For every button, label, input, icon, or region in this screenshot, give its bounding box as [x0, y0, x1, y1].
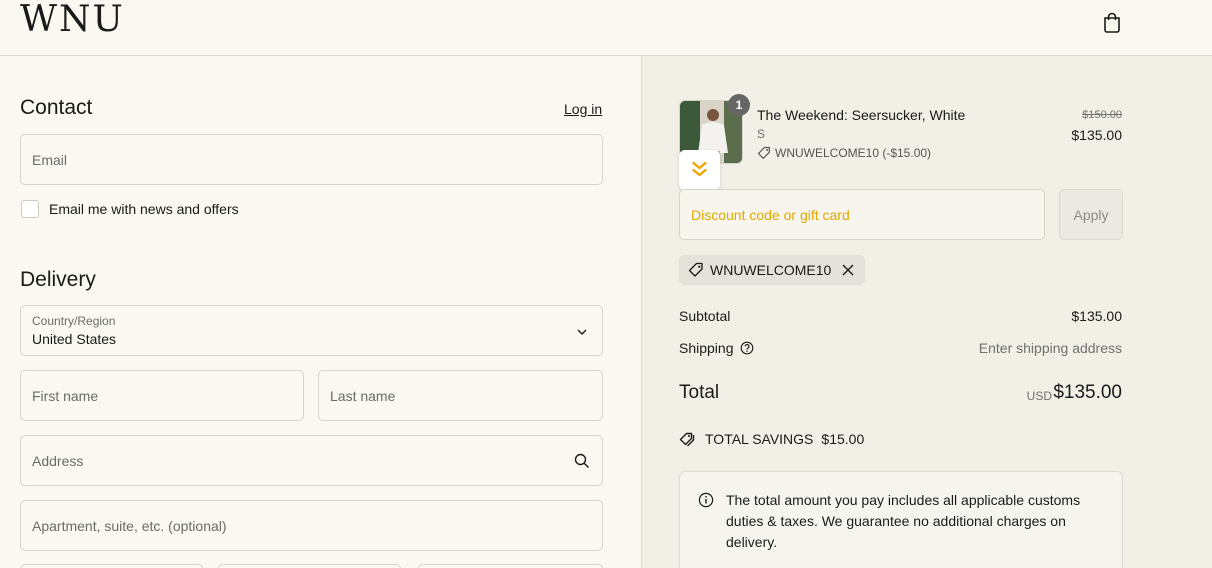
subtotal-label: Subtotal	[679, 308, 731, 324]
last-name-field[interactable]: Last name	[318, 370, 603, 421]
apartment-field[interactable]: Apartment, suite, etc. (optional)	[20, 500, 603, 551]
search-icon[interactable]	[574, 453, 590, 469]
total-value: $135.00	[1053, 382, 1122, 403]
first-name-field[interactable]: First name	[20, 370, 304, 421]
first-name-placeholder: First name	[32, 388, 99, 404]
discount-code-input[interactable]: Discount code or gift card	[679, 189, 1045, 240]
newsletter-label: Email me with news and offers	[49, 201, 239, 217]
email-field[interactable]: Email	[20, 134, 603, 185]
tag-icon	[688, 262, 703, 277]
remove-discount-close-icon[interactable]	[838, 260, 858, 280]
store-logo[interactable]: WNU	[20, 0, 125, 40]
newsletter-checkbox[interactable]	[21, 200, 39, 218]
duties-notice: The total amount you pay includes all ap…	[679, 471, 1123, 568]
shopping-bag-icon	[1104, 12, 1120, 33]
applied-code-label: WNUWELCOME10	[710, 262, 832, 278]
country-value: United States	[32, 331, 117, 347]
apartment-placeholder: Apartment, suite, etc. (optional)	[32, 518, 227, 534]
product-discount: WNUWELCOME10 (-$15.00)	[757, 146, 931, 160]
double-chevron-down-icon	[692, 161, 707, 177]
tag-icon	[757, 146, 770, 159]
duties-notice-text: The total amount you pay includes all ap…	[726, 492, 1081, 550]
product-variant: S	[757, 127, 766, 141]
tags-icon	[679, 432, 695, 447]
login-link[interactable]: Log in	[564, 101, 602, 117]
address-field[interactable]: Address	[20, 435, 603, 486]
savings-value: $15.00	[821, 431, 865, 447]
contact-heading: Contact	[20, 96, 93, 119]
city-field[interactable]	[20, 564, 203, 568]
last-name-placeholder: Last name	[330, 388, 396, 404]
quantity-badge: 1	[728, 94, 750, 116]
help-icon[interactable]	[740, 341, 754, 355]
cart-button[interactable]	[1098, 8, 1126, 36]
info-icon	[698, 492, 714, 508]
country-label: Country/Region	[32, 314, 116, 328]
site-header: WNU	[0, 0, 1212, 56]
state-field[interactable]	[218, 564, 401, 568]
item-price: $135.00	[1071, 127, 1122, 143]
shipping-row: Shipping	[679, 340, 754, 356]
total-currency: USD	[1026, 389, 1052, 403]
total-label: Total	[679, 382, 720, 403]
expand-order-button[interactable]	[679, 150, 720, 190]
email-placeholder: Email	[32, 152, 68, 168]
shipping-value: Enter shipping address	[978, 340, 1122, 356]
apply-button[interactable]: Apply	[1059, 189, 1123, 240]
chevron-down-icon	[577, 329, 587, 335]
product-name: The Weekend: Seersucker, White	[757, 107, 966, 123]
total-savings: TOTAL SAVINGS $15.00	[679, 431, 864, 447]
country-select[interactable]: Country/Region United States	[20, 305, 603, 356]
savings-label: TOTAL SAVINGS	[705, 431, 814, 447]
discount-placeholder: Discount code or gift card	[691, 207, 850, 223]
shipping-label: Shipping	[679, 340, 734, 356]
subtotal-value: $135.00	[1071, 308, 1122, 324]
address-placeholder: Address	[32, 453, 84, 469]
zip-field[interactable]	[418, 564, 603, 568]
delivery-heading: Delivery	[20, 268, 96, 291]
original-price: $150.00	[1082, 109, 1122, 121]
product-discount-text: WNUWELCOME10 (-$15.00)	[775, 146, 932, 160]
